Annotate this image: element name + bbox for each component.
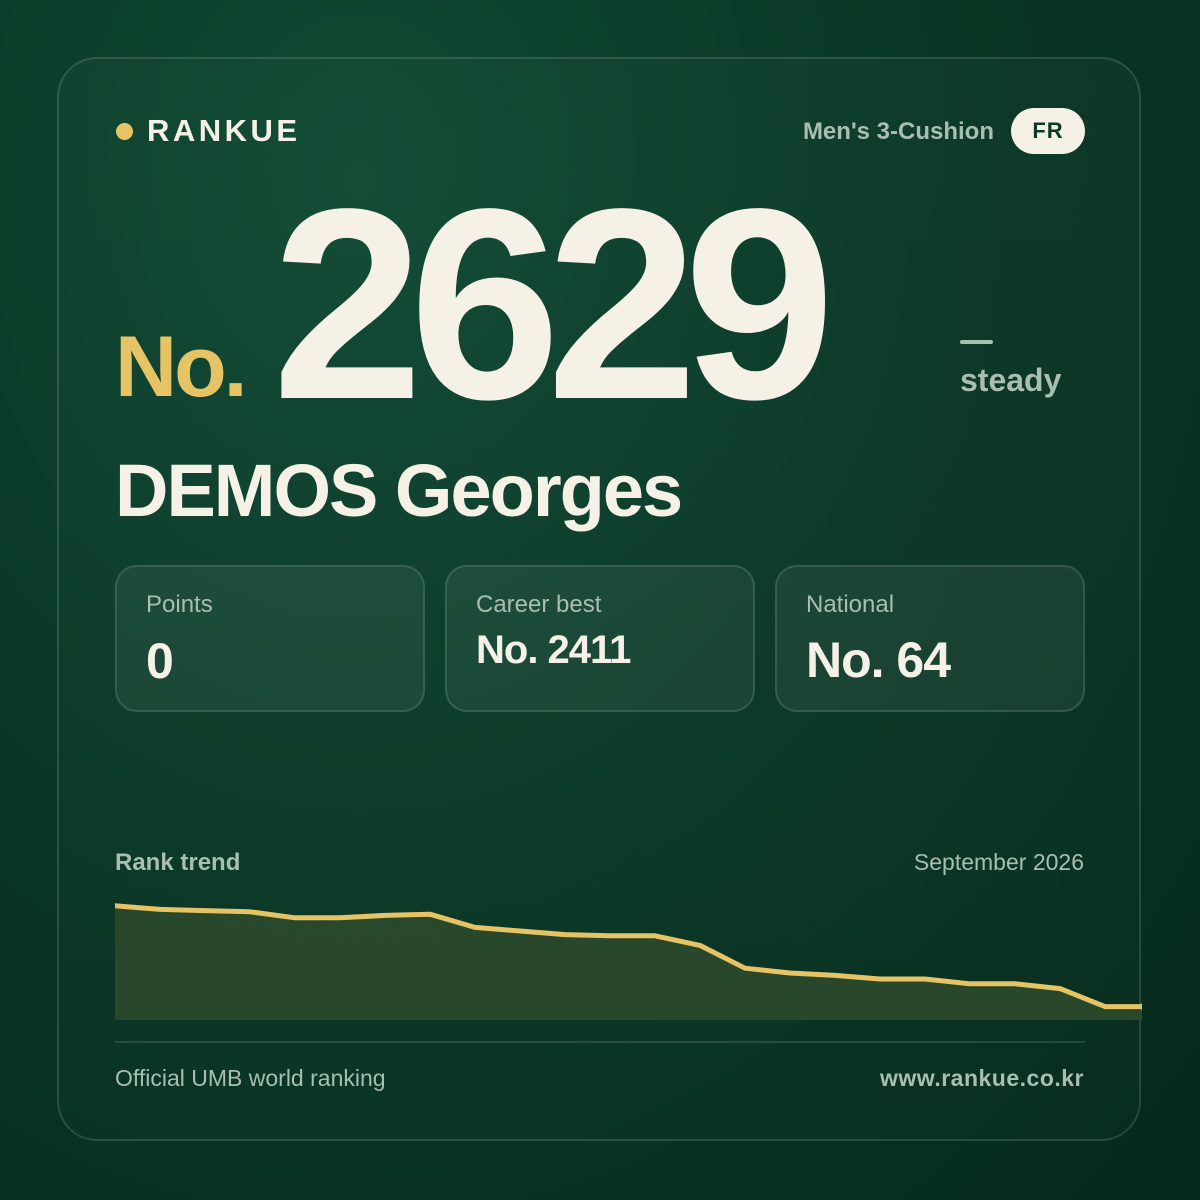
rank-change-label: steady — [960, 362, 1062, 398]
footer-divider — [115, 1041, 1085, 1043]
stat-label: Career best — [476, 591, 602, 618]
stat-value: 0 — [146, 633, 174, 689]
steady-dash-icon — [960, 340, 993, 344]
player-name: DEMOS Georges — [115, 449, 683, 532]
stat-label: National — [806, 591, 895, 618]
brand-name: RANKUE — [147, 113, 301, 148]
rank-trend-chart — [115, 903, 1142, 1020]
stat-value: No. 2411 — [476, 628, 631, 672]
stat-points: Points 0 — [115, 565, 425, 712]
footer-source: Official UMB world ranking — [115, 1065, 386, 1091]
brand: RANKUE — [116, 113, 301, 149]
trend-end-dot — [1141, 1002, 1142, 1011]
trend-date: September 2026 — [913, 849, 1084, 875]
brand-dot-icon — [116, 122, 133, 140]
stat-national: National No. 64 — [775, 565, 1085, 712]
trend-title: Rank trend — [115, 849, 241, 876]
stat-career-best: Career best No. 2411 — [445, 565, 755, 712]
stat-value: No. 64 — [806, 632, 951, 688]
discipline-label: Men's 3-Cushion — [802, 118, 994, 145]
trend-area — [115, 905, 1142, 1020]
rank-number: 2629 — [272, 152, 835, 456]
footer-website-link[interactable]: www.rankue.co.kr — [880, 1065, 1084, 1092]
country-badge: FR — [1011, 108, 1085, 154]
stat-label: Points — [146, 591, 213, 618]
rank-prefix: No. — [115, 319, 248, 415]
